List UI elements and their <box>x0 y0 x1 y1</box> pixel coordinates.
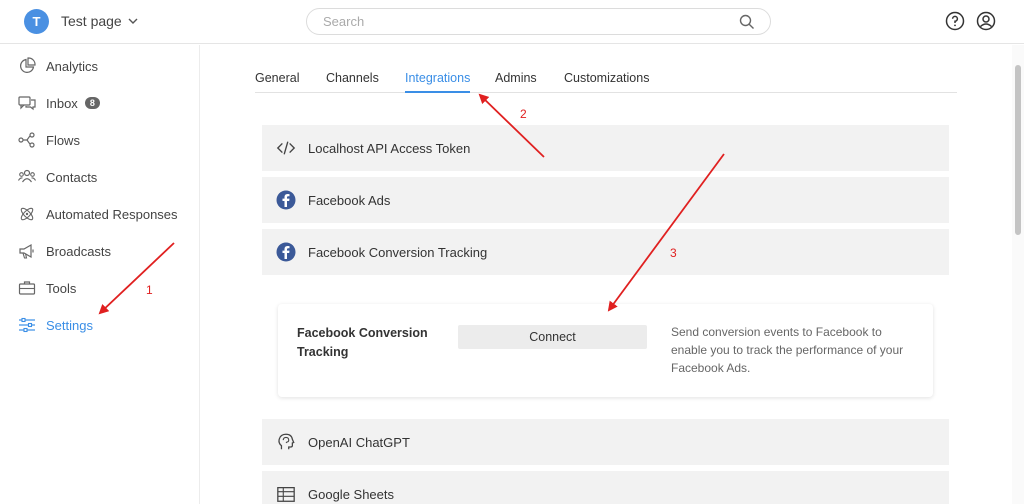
integration-label: Facebook Conversion Tracking <box>308 244 488 260</box>
table-icon <box>275 483 297 504</box>
facebook-conversion-card: Facebook Conversion Tracking Connect Sen… <box>278 304 933 397</box>
tab-integrations[interactable]: Integrations <box>405 71 471 93</box>
people-icon <box>18 169 36 183</box>
sidebar-item-settings[interactable]: Settings <box>18 314 93 336</box>
tab-admins[interactable]: Admins <box>495 71 537 93</box>
page-name[interactable]: Test page <box>61 13 122 29</box>
chart-pie-icon <box>20 57 36 73</box>
chat-bubbles-icon <box>18 96 36 111</box>
integration-label: Localhost API Access Token <box>308 140 471 156</box>
facebook-icon <box>275 241 297 263</box>
page-avatar[interactable]: T <box>24 9 49 34</box>
card-title: Facebook Conversion Tracking <box>297 326 428 359</box>
integration-label: Google Sheets <box>308 486 395 502</box>
sidebar-item-broadcasts[interactable]: Broadcasts <box>18 240 111 262</box>
atom-icon <box>20 207 34 221</box>
facebook-icon <box>275 189 297 211</box>
integration-row-facebook-conversion[interactable]: Facebook Conversion Tracking <box>262 229 949 275</box>
top-bar: T Test page <box>0 0 1024 44</box>
integration-row-facebook-ads[interactable]: Facebook Ads <box>262 177 949 223</box>
flow-nodes-icon <box>18 132 35 148</box>
sidebar-item-label: Broadcasts <box>46 243 112 259</box>
sliders-icon <box>19 317 35 333</box>
sidebar-item-tools[interactable]: Tools <box>18 277 76 299</box>
sidebar-item-contacts[interactable]: Contacts <box>18 166 97 188</box>
annotation-label-2: 2 <box>520 107 527 121</box>
scrollbar[interactable] <box>1012 45 1024 504</box>
sidebar-item-label: Inbox <box>46 95 78 111</box>
tab-general[interactable]: General <box>255 71 299 93</box>
integration-row-openai[interactable]: OpenAI ChatGPT <box>262 419 949 465</box>
connect-button[interactable]: Connect <box>458 325 647 349</box>
sidebar-item-analytics[interactable]: Analytics <box>18 55 98 77</box>
annotation-label-1: 1 <box>146 283 153 297</box>
tab-channels[interactable]: Channels <box>326 71 379 93</box>
integration-label: OpenAI ChatGPT <box>308 434 410 450</box>
sidebar: Analytics Inbox 8 Flows Contacts Automat… <box>0 45 200 504</box>
integration-label: Facebook Ads <box>308 192 391 208</box>
search-input[interactable] <box>323 14 723 29</box>
scrollbar-thumb[interactable] <box>1015 65 1021 235</box>
toolbox-icon <box>18 281 36 295</box>
search-icon[interactable] <box>739 14 755 30</box>
inbox-count-badge: 8 <box>84 97 100 109</box>
sidebar-item-label: Flows <box>46 132 80 148</box>
sidebar-item-inbox[interactable]: Inbox 8 <box>18 92 100 114</box>
brain-head-icon <box>275 431 297 453</box>
tab-customizations[interactable]: Customizations <box>564 71 649 93</box>
chevron-down-icon[interactable] <box>126 14 140 28</box>
help-icon[interactable] <box>945 11 965 31</box>
card-description: Send conversion events to Facebook to en… <box>671 325 904 375</box>
sidebar-item-flows[interactable]: Flows <box>18 129 80 151</box>
megaphone-icon <box>19 243 34 259</box>
sidebar-item-label: Tools <box>46 280 77 296</box>
sidebar-item-label: Analytics <box>46 58 99 74</box>
search-box[interactable] <box>306 8 771 35</box>
sidebar-item-label: Settings <box>46 317 93 333</box>
integration-row-api-token[interactable]: Localhost API Access Token <box>262 125 949 171</box>
sidebar-item-automated-responses[interactable]: Automated Responses <box>18 203 178 225</box>
sidebar-item-label: Automated Responses <box>46 206 178 222</box>
sidebar-item-label: Contacts <box>46 169 98 185</box>
code-icon <box>275 137 297 159</box>
integration-row-google-sheets[interactable]: Google Sheets <box>262 471 949 504</box>
user-account-icon[interactable] <box>976 11 996 31</box>
annotation-label-3: 3 <box>670 246 677 260</box>
settings-tabs: General Channels Integrations Admins Cus… <box>255 62 957 93</box>
